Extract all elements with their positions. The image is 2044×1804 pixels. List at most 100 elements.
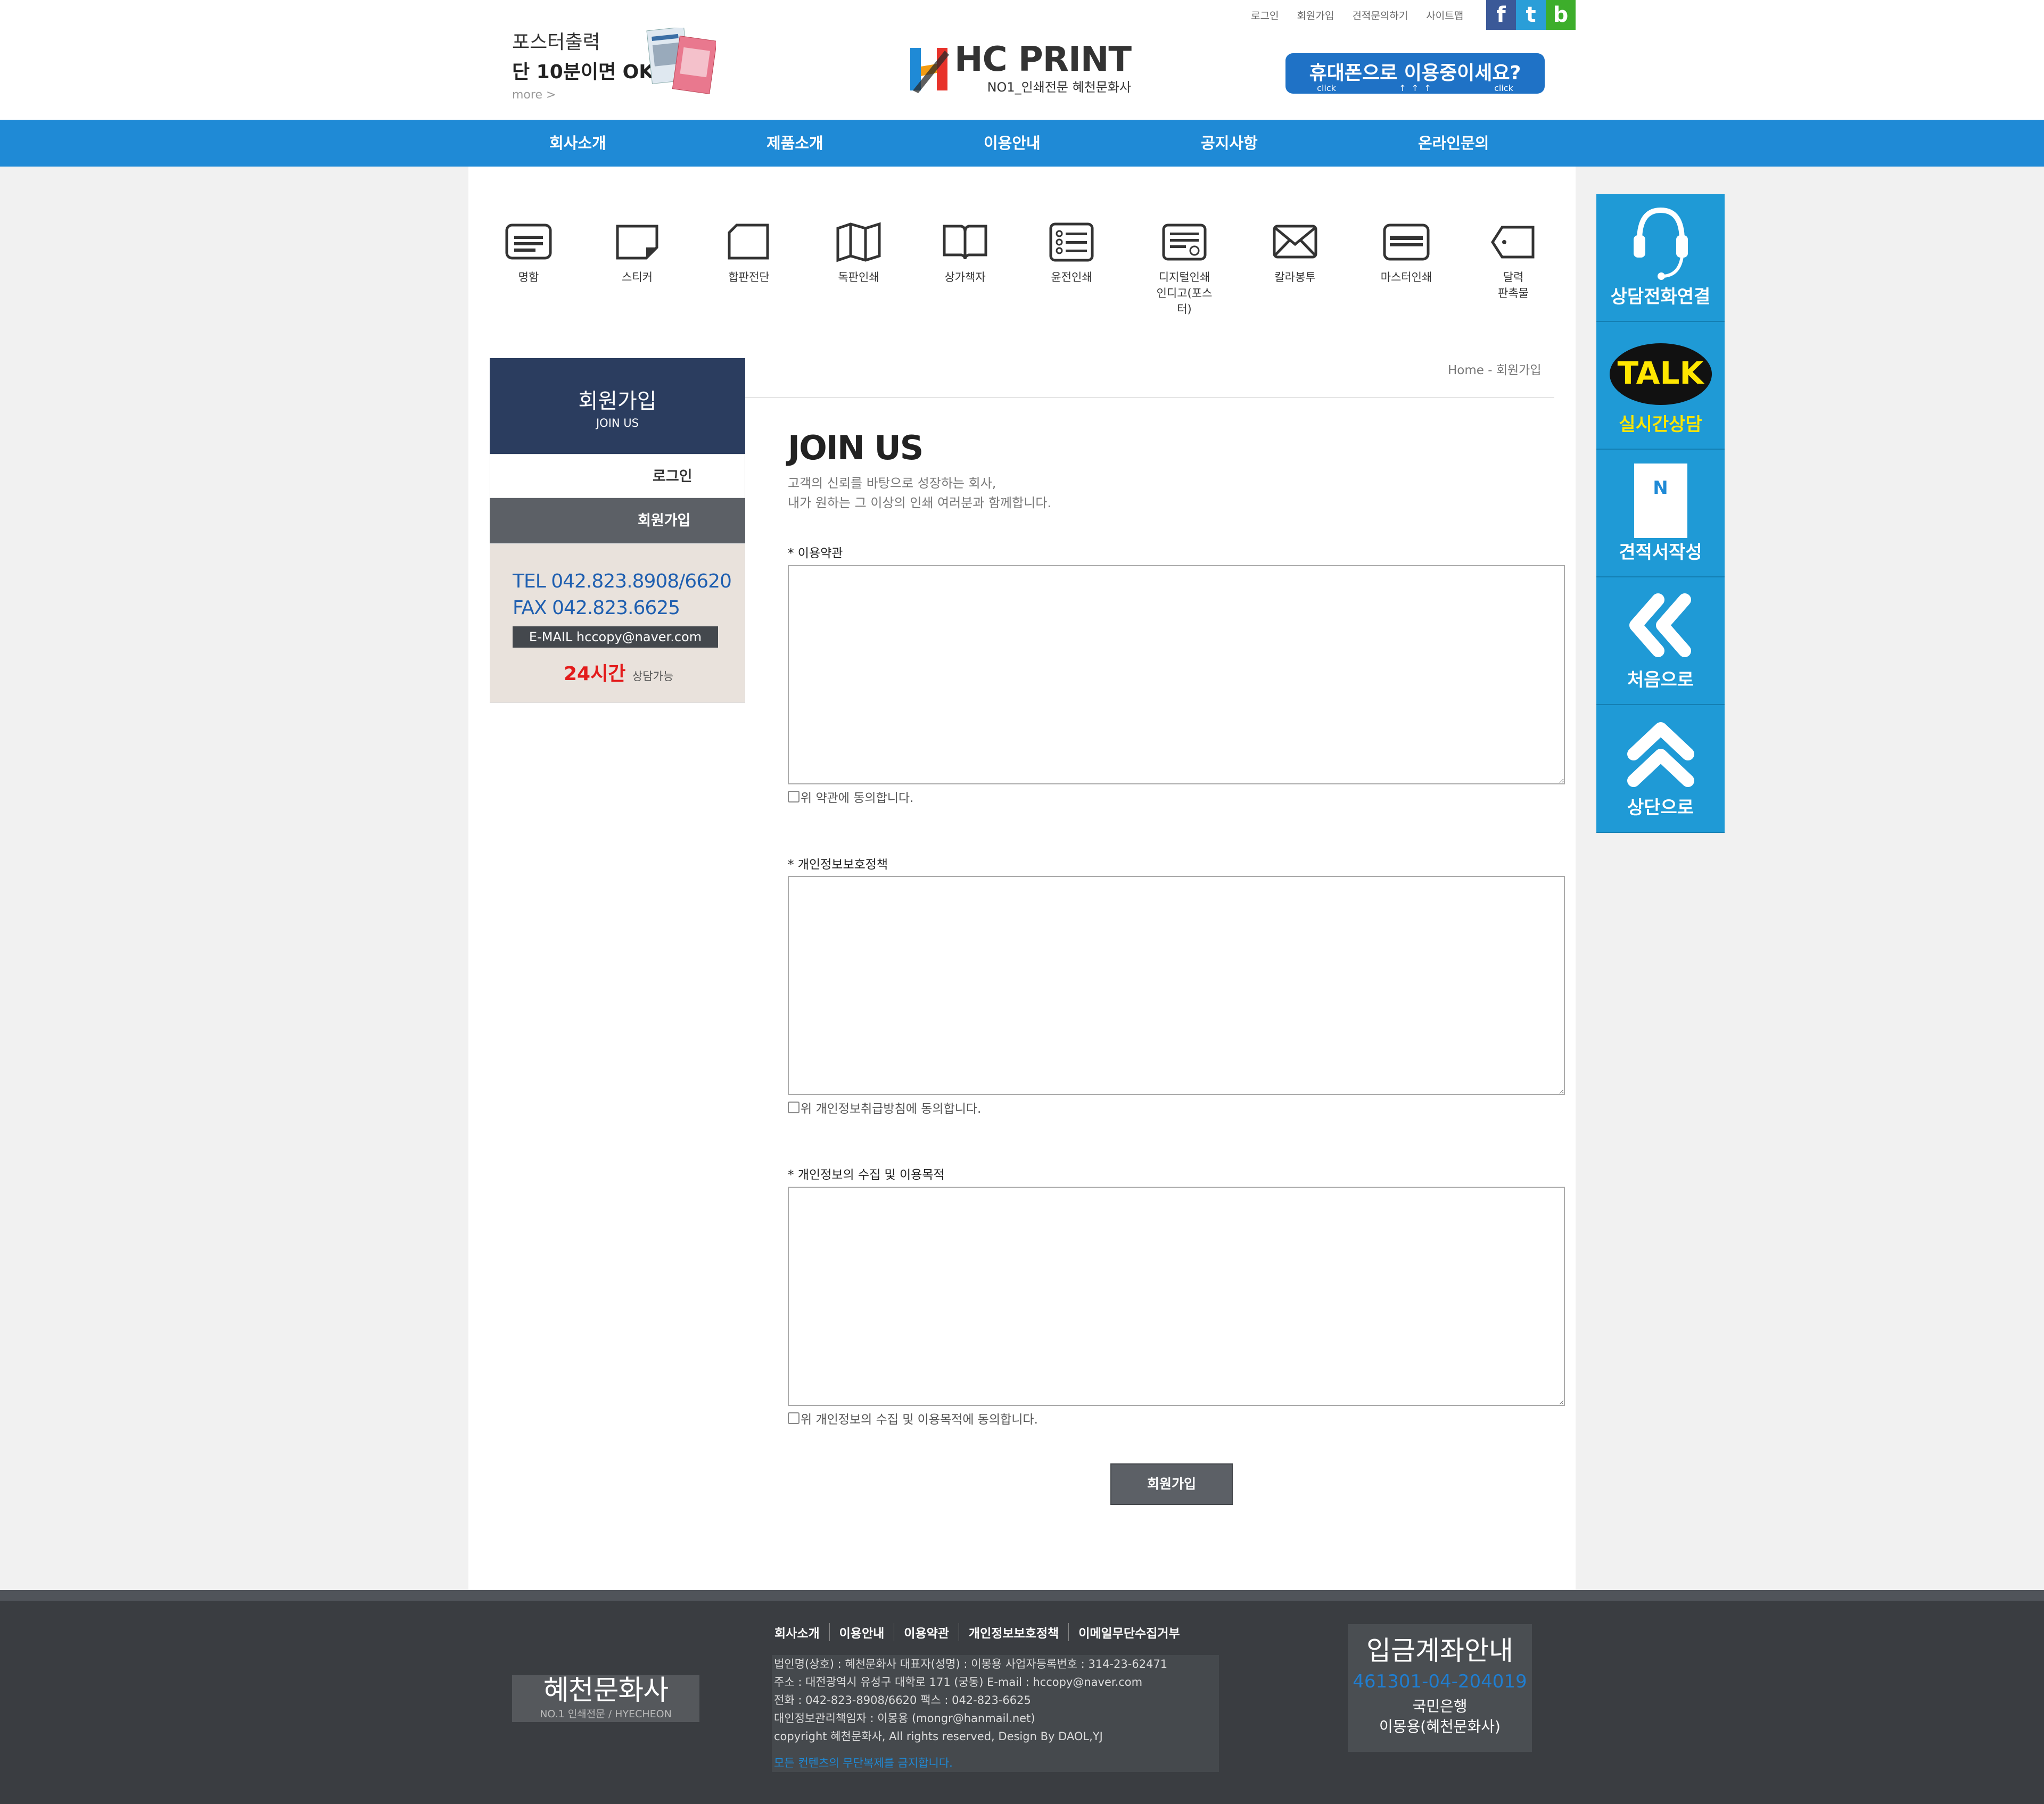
double-left-icon [1629,593,1691,657]
mobile-click-label: click [1317,83,1336,93]
utility-login-link[interactable]: 로그인 [1251,8,1279,22]
footer-divider [0,1590,2044,1601]
quick-top-label: 상단으로 [1627,797,1694,818]
book-icon [943,225,987,260]
terms-agree-label: 위 약관에 동의합니다. [801,791,914,805]
category-calendar[interactable]: 달력 판촉물 [1481,221,1545,301]
tag-icon [1491,226,1535,259]
sidebar-contact-box: TEL 042.823.8908/6620 FAX 042.823.6625 E… [490,543,745,703]
rotary-icon [1049,222,1094,262]
quick-talk-label: 실시간상담 [1619,414,1702,435]
bank-account-number: 461301-04-204019 [1353,1671,1527,1692]
join-submit-button[interactable]: 회원가입 [1110,1463,1233,1505]
privacy-agree-label: 위 개인정보취급방침에 동의합니다. [801,1102,982,1116]
footer-info-line: 대인정보관리책임자 : 이몽용 (mongr@hanmail.net) [774,1712,1035,1725]
site-logo[interactable]: HC PRINT NO1_인쇄전문 혜천문화사 [908,43,1132,95]
footer-links: 회사소개 이용안내 이용약관 개인정보보호정책 이메일무단수집거부 [774,1623,1190,1641]
category-label: 윤전인쇄 [1051,271,1092,284]
poster-thumbnail-icon [646,28,716,94]
footer-link-guide[interactable]: 이용안내 [830,1623,895,1641]
privacy-agree-checkbox[interactable] [788,1102,800,1113]
category-label: 달력 [1503,271,1524,284]
contact-email: E-MAIL hccopy@naver.com [513,626,718,648]
bank-account-box: 입금계좌안내 461301-04-204019 국민은행 이몽용(혜천문화사) [1348,1624,1532,1752]
terms-agree[interactable]: 위 약관에 동의합니다. [788,788,913,806]
nav-company[interactable]: 회사소개 [549,120,606,167]
category-label: 칼라봉투 [1274,271,1316,284]
utility-join-link[interactable]: 회원가입 [1297,8,1334,22]
mobile-click-label: click [1494,83,1513,93]
footer-info-line: 법인명(상호) : 혜천문화사 대표자(성명) : 이몽용 사업자등록번호 : … [774,1658,1168,1670]
category-envelope[interactable]: 칼라봉투 [1263,221,1327,285]
sidebar-item-login[interactable]: 로그인 [490,454,745,498]
category-label: 독판인쇄 [838,271,879,284]
social-links: f t b [1486,0,1576,30]
poster-promo[interactable]: 포스터출력 단 10분이면 OK! more > [512,27,663,102]
subtitle-line1: 고객의 신뢰를 바탕으로 성장하는 회사, [788,476,996,491]
page-title: JOIN US [788,428,924,467]
footer-link-terms[interactable]: 이용약관 [894,1623,959,1641]
privacy-label: * 개인정보보호정책 [788,858,888,872]
quick-top-button[interactable]: 상단으로 [1596,705,1725,833]
collection-agree[interactable]: 위 개인정보의 수집 및 이용목적에 동의합니다. [788,1409,1038,1427]
sticker-icon [616,225,658,260]
terms-textarea[interactable] [788,565,1565,784]
hc-logo-icon [910,47,949,93]
collection-textarea[interactable] [788,1187,1565,1406]
privacy-textarea[interactable] [788,876,1565,1095]
footer-info-line: copyright 혜천문화사, All rights reserved, De… [774,1730,1103,1743]
promo-line2: 단 10분이면 OK! [512,61,663,83]
promo-more-link[interactable]: more > [512,88,663,102]
quick-quote-label: 견적서작성 [1619,542,1702,563]
category-sticker[interactable]: 스티커 [605,221,669,285]
up-arrows-icon: ↑ ↑ ↑ [1399,83,1431,93]
footer-logo: 혜천문화사 NO.1 인쇄전문 / HYECHEON [512,1675,699,1722]
collection-label: * 개인정보의 수집 및 이용목적 [788,1168,945,1182]
blog-icon[interactable]: b [1546,0,1576,30]
quote-doc-icon [1634,464,1687,538]
category-card[interactable]: 명함 [497,221,561,285]
mobile-version-button[interactable]: 휴대폰으로 이용중이세요? click ↑ ↑ ↑ click [1285,53,1545,94]
nav-products[interactable]: 제품소개 [767,120,823,167]
category-label-2: 인디고(포스터) [1156,287,1213,316]
sidebar-subtitle: JOIN US [596,417,639,429]
category-booklet[interactable]: 상가책자 [933,221,997,285]
collection-agree-checkbox[interactable] [788,1412,800,1424]
sidebar-title: 회원가입 [578,389,657,413]
privacy-agree[interactable]: 위 개인정보취급방침에 동의합니다. [788,1098,981,1116]
breadcrumb: Home - 회원가입 [1448,363,1542,377]
quick-call-button[interactable]: 상담전화연결 [1596,194,1725,322]
category-master[interactable]: 마스터인쇄 [1374,221,1438,285]
category-poster-print[interactable]: 독판인쇄 [827,221,891,285]
terms-label: * 이용약관 [788,547,843,560]
quick-menu: 상담전화연결 TALK 실시간상담 N 견적서작성 처음으로 상단으로 [1596,194,1725,833]
quick-home-button[interactable]: 처음으로 [1596,577,1725,705]
footer-link-privacy[interactable]: 개인정보보호정책 [959,1623,1069,1641]
footer-logo-sub: NO.1 인쇄전문 / HYECHEON [540,1708,672,1720]
quick-talk-button[interactable]: TALK 실시간상담 [1596,322,1725,450]
footer-link-company[interactable]: 회사소개 [774,1623,830,1641]
category-digital[interactable]: 디지털인쇄 인디고(포스터) [1152,221,1216,317]
footer-info-line: 전화 : 042-823-8908/6620 팩스 : 042-823-6625 [774,1694,1031,1707]
hours-value: 24시간 [564,663,626,685]
talk-badge: TALK [1617,355,1704,391]
page-subtitle: 고객의 신뢰를 바탕으로 성장하는 회사, 내가 원하는 그 이상의 인쇄 여러… [788,474,1051,513]
twitter-icon[interactable]: t [1516,0,1546,30]
category-label: 상가책자 [944,271,986,284]
facebook-icon[interactable]: f [1486,0,1516,30]
hours-note: 상담가능 [632,670,674,683]
category-label: 스티커 [622,271,653,284]
quick-quote-button[interactable]: N 견적서작성 [1596,450,1725,577]
sidebar-item-join[interactable]: 회원가입 [490,498,745,543]
nav-guide[interactable]: 이용안내 [984,120,1041,167]
bank-name: 국민은행 [1412,1698,1468,1715]
nav-notice[interactable]: 공지사항 [1201,120,1258,167]
nav-inquiry[interactable]: 온라인문의 [1418,120,1489,167]
category-flyer[interactable]: 합판전단 [717,221,781,285]
utility-quote-link[interactable]: 견적문의하기 [1352,8,1408,22]
footer-link-no-email[interactable]: 이메일무단수집거부 [1069,1623,1189,1641]
utility-sitemap-link[interactable]: 사이트맵 [1426,8,1463,22]
terms-agree-checkbox[interactable] [788,791,800,802]
category-rotary[interactable]: 윤전인쇄 [1040,221,1103,285]
footer-info: 법인명(상호) : 혜천문화사 대표자(성명) : 이몽용 사업자등록번호 : … [772,1655,1219,1772]
